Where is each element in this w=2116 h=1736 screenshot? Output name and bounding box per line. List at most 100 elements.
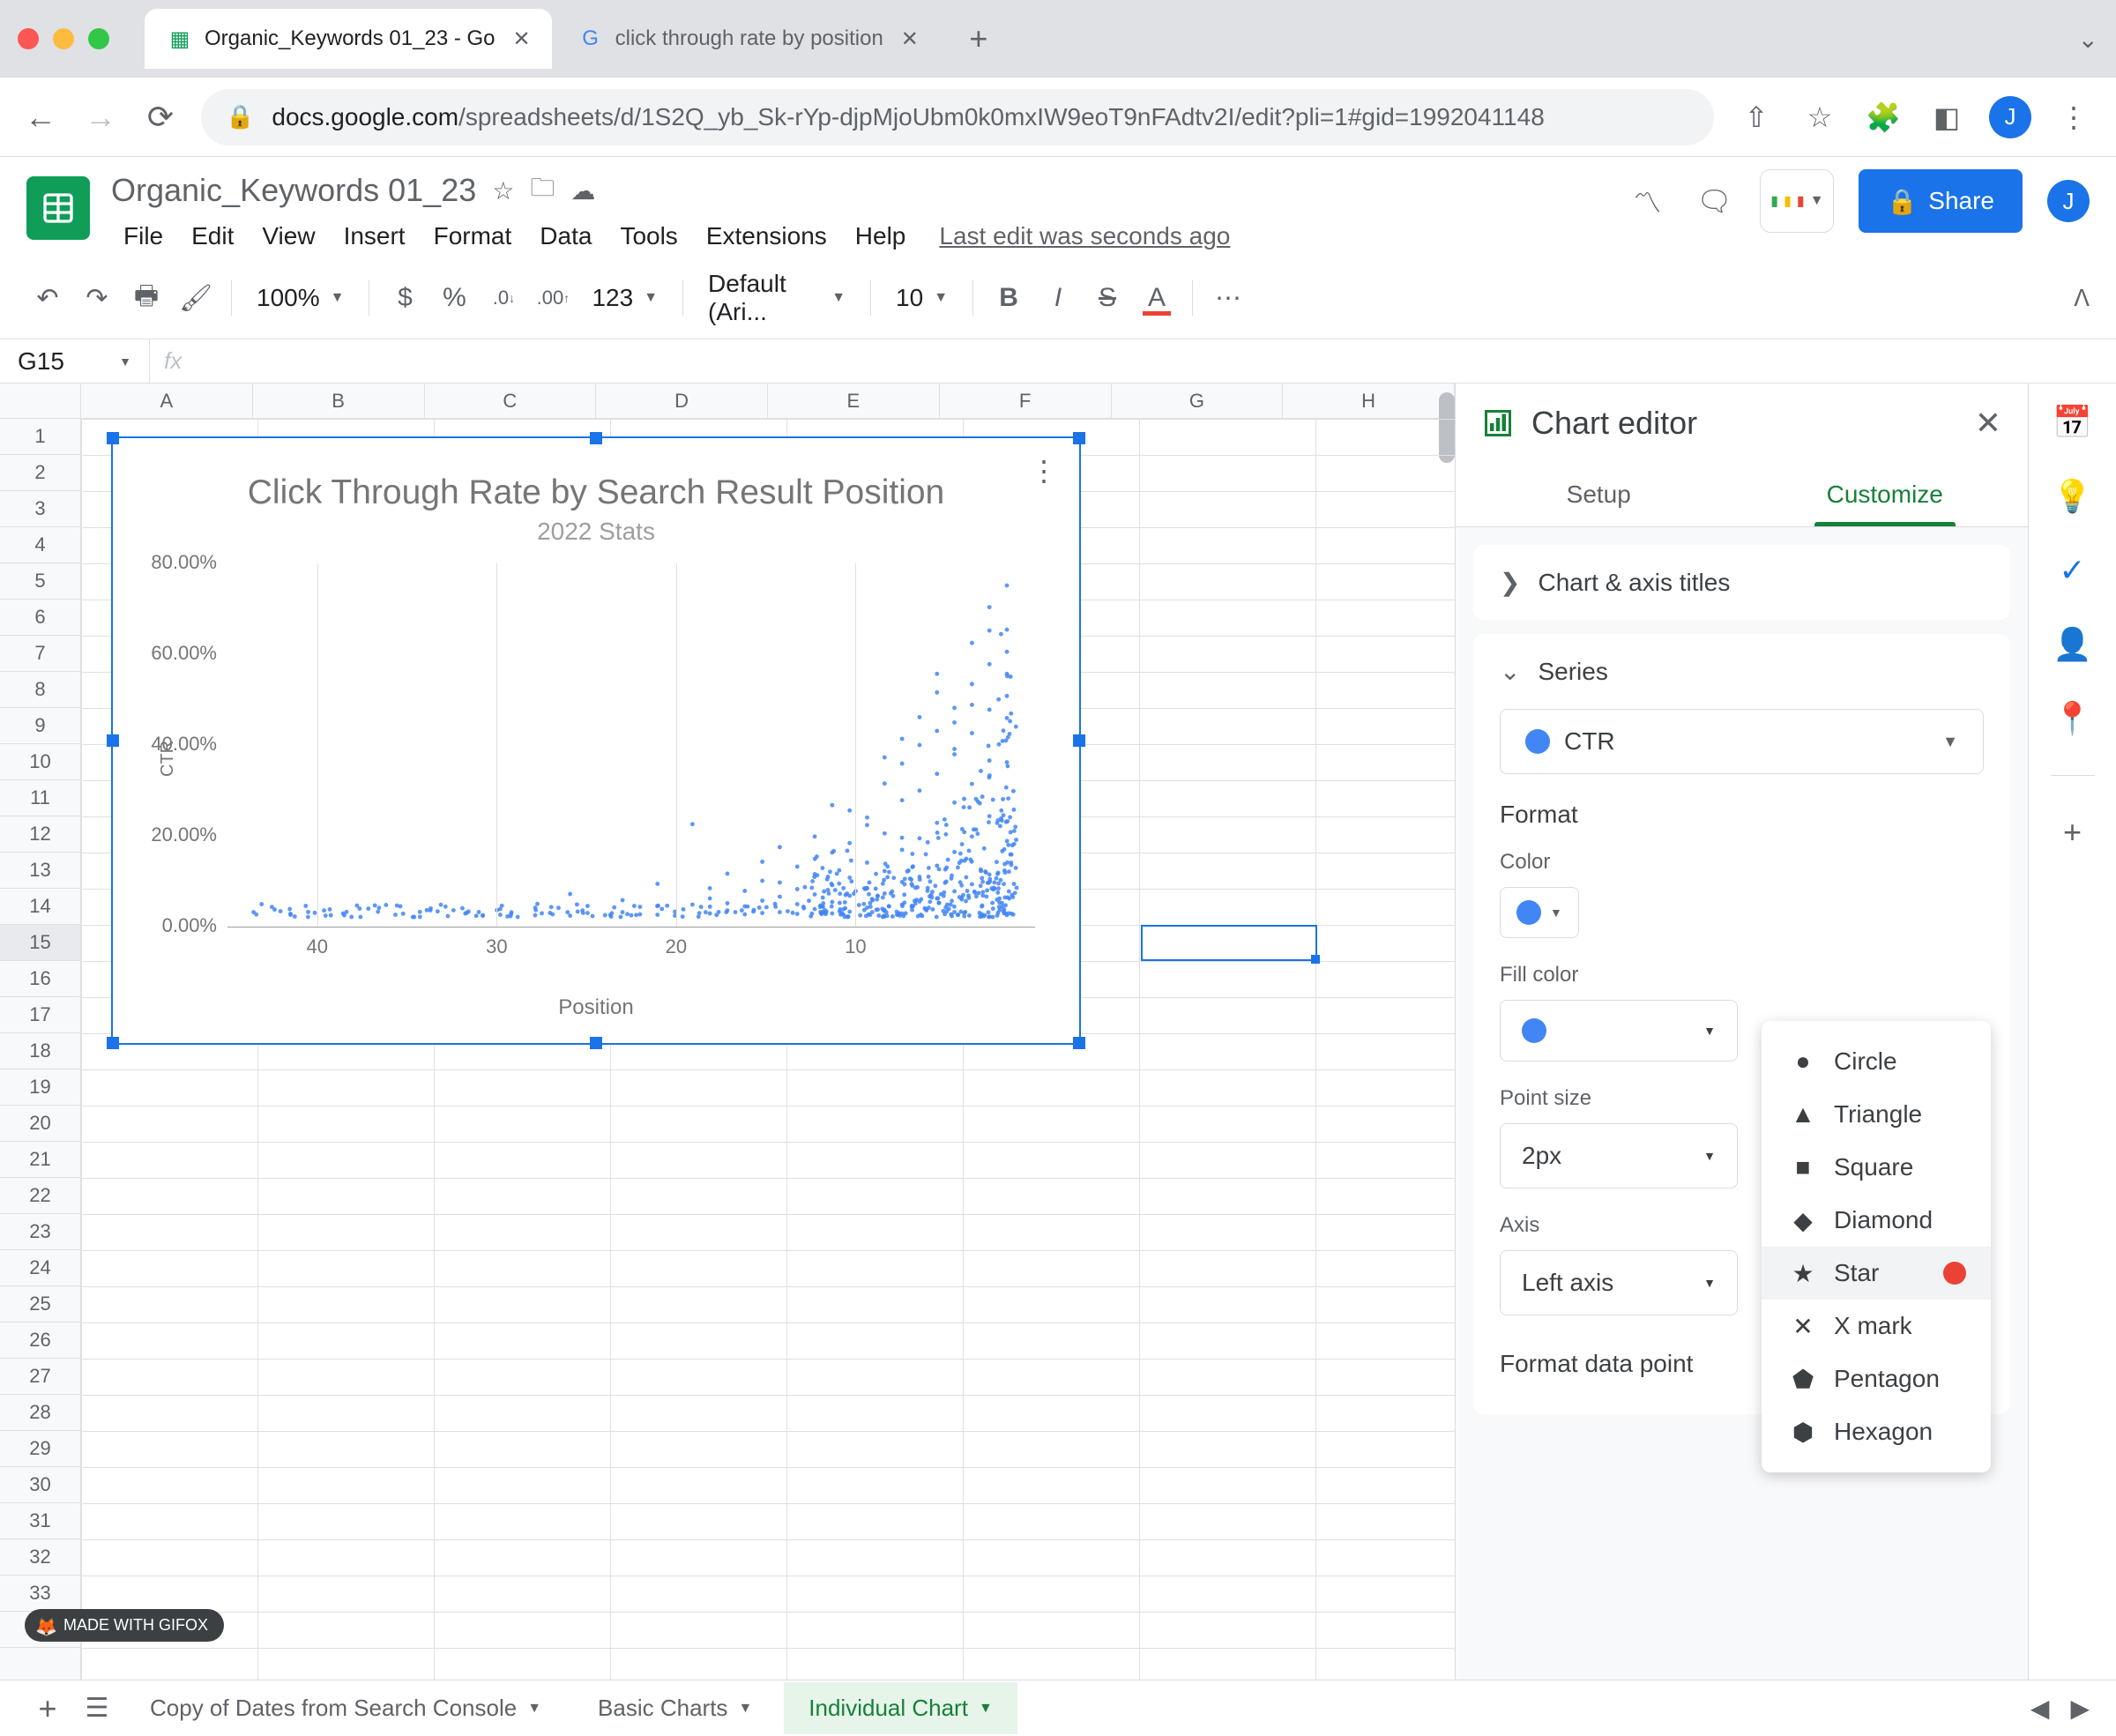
- col-header[interactable]: F: [940, 384, 1112, 418]
- document-title[interactable]: Organic_Keywords 01_23: [111, 172, 476, 209]
- paint-format-button[interactable]: 🖌: [175, 277, 217, 319]
- editor-close-icon[interactable]: ✕: [1975, 405, 2001, 442]
- profile-avatar[interactable]: J: [1989, 96, 2031, 138]
- contacts-icon[interactable]: 👤: [2055, 627, 2090, 662]
- row-header[interactable]: 27: [0, 1359, 80, 1395]
- chrome-menu-icon[interactable]: ⋮: [2053, 96, 2095, 138]
- row-header[interactable]: 8: [0, 672, 80, 708]
- shape-option-triangle[interactable]: ▲Triangle: [1762, 1088, 1991, 1141]
- menu-view[interactable]: View: [250, 215, 327, 257]
- collapse-toolbar-icon[interactable]: ᐱ: [2074, 285, 2090, 312]
- nav-reload-button[interactable]: ⟳: [141, 98, 180, 137]
- sheet-nav-prev[interactable]: ◀: [2030, 1694, 2050, 1723]
- share-button[interactable]: 🔒 Share: [1859, 169, 2023, 233]
- series-selector[interactable]: CTR ▼: [1500, 709, 1984, 774]
- maps-icon[interactable]: 📍: [2055, 701, 2090, 736]
- col-header[interactable]: G: [1112, 384, 1284, 418]
- fill-color-picker[interactable]: ▼: [1500, 1000, 1738, 1062]
- row-header[interactable]: 33: [0, 1576, 80, 1612]
- row-header[interactable]: 32: [0, 1539, 80, 1576]
- row-header[interactable]: 17: [0, 997, 80, 1033]
- decrease-decimal-button[interactable]: .0↓: [482, 277, 525, 319]
- tab-customize[interactable]: Customize: [1742, 463, 2029, 526]
- more-tools-button[interactable]: ⋯: [1207, 277, 1249, 319]
- tab-setup[interactable]: Setup: [1456, 463, 1742, 526]
- row-header[interactable]: 24: [0, 1250, 80, 1286]
- text-color-button[interactable]: A: [1136, 277, 1178, 319]
- col-header[interactable]: H: [1283, 384, 1455, 418]
- row-header[interactable]: 6: [0, 600, 80, 636]
- name-box[interactable]: G15▼: [0, 339, 150, 383]
- row-header[interactable]: 28: [0, 1395, 80, 1431]
- shape-option-circle[interactable]: ●Circle: [1762, 1035, 1991, 1088]
- add-sheet-button[interactable]: +: [26, 1688, 69, 1730]
- address-bar[interactable]: 🔒 docs.google.com/spreadsheets/d/1S2Q_yb…: [201, 89, 1714, 145]
- shape-option-xmark[interactable]: ✕X mark: [1762, 1300, 1991, 1352]
- keep-icon[interactable]: 💡: [2055, 479, 2090, 514]
- menu-format[interactable]: Format: [421, 215, 525, 257]
- chart-object[interactable]: ⋮ Click Through Rate by Search Result Po…: [111, 436, 1081, 1045]
- row-header[interactable]: 20: [0, 1106, 80, 1142]
- tab-close-icon[interactable]: ✕: [513, 26, 531, 52]
- chart-menu-icon[interactable]: ⋮: [1030, 454, 1058, 488]
- nav-back-button[interactable]: ←: [21, 98, 60, 137]
- browser-tab[interactable]: G click through rate by position ✕: [555, 9, 940, 69]
- sheet-tab[interactable]: Copy of Dates from Search Console▼: [125, 1682, 566, 1734]
- row-header[interactable]: 23: [0, 1214, 80, 1250]
- col-header[interactable]: A: [81, 384, 253, 418]
- row-header[interactable]: 15: [0, 925, 80, 961]
- menu-file[interactable]: File: [111, 215, 175, 257]
- menu-extensions[interactable]: Extensions: [694, 215, 839, 257]
- shape-option-pentagon[interactable]: ⬟Pentagon: [1762, 1352, 1991, 1405]
- row-header[interactable]: 10: [0, 744, 80, 780]
- add-addon-icon[interactable]: +: [2055, 815, 2090, 850]
- row-header[interactable]: 26: [0, 1322, 80, 1359]
- last-edit-link[interactable]: Last edit was seconds ago: [939, 222, 1230, 250]
- color-picker[interactable]: ▼: [1500, 887, 1579, 938]
- undo-button[interactable]: ↶: [26, 277, 69, 319]
- font-dropdown[interactable]: Default (Ari...▼: [697, 270, 856, 326]
- tab-overflow-icon[interactable]: ⌄: [2078, 25, 2098, 54]
- nav-forward-button[interactable]: →: [81, 98, 120, 137]
- row-header[interactable]: 2: [0, 455, 80, 491]
- activity-icon[interactable]: 〽: [1626, 180, 1668, 222]
- sheet-tab-active[interactable]: Individual Chart▼: [784, 1682, 1017, 1734]
- all-sheets-button[interactable]: ☰: [76, 1688, 118, 1730]
- star-icon[interactable]: ☆: [492, 176, 514, 205]
- shape-option-diamond[interactable]: ◆Diamond: [1762, 1194, 1991, 1247]
- row-header[interactable]: 12: [0, 816, 80, 853]
- row-header[interactable]: 14: [0, 889, 80, 925]
- print-button[interactable]: 🖶: [125, 277, 168, 319]
- shape-option-hexagon[interactable]: ⬢Hexagon: [1762, 1405, 1991, 1458]
- col-header[interactable]: E: [768, 384, 940, 418]
- col-header[interactable]: B: [253, 384, 425, 418]
- maximize-window[interactable]: [88, 28, 109, 49]
- section-chart-axis-titles[interactable]: ❯ Chart & axis titles: [1473, 545, 2010, 620]
- row-header[interactable]: 4: [0, 527, 80, 563]
- axis-select[interactable]: Left axis ▼: [1500, 1250, 1738, 1315]
- select-all-corner[interactable]: [0, 384, 81, 418]
- shape-option-square[interactable]: ■Square: [1762, 1141, 1991, 1194]
- bold-button[interactable]: B: [987, 277, 1030, 319]
- row-header[interactable]: 7: [0, 636, 80, 672]
- active-cell[interactable]: [1141, 925, 1317, 961]
- shape-option-star[interactable]: ★Star: [1762, 1247, 1991, 1300]
- row-header[interactable]: 3: [0, 491, 80, 527]
- menu-tools[interactable]: Tools: [607, 215, 689, 257]
- increase-decimal-button[interactable]: .00↑: [532, 277, 574, 319]
- tasks-icon[interactable]: ✓: [2055, 553, 2090, 588]
- row-header[interactable]: 31: [0, 1503, 80, 1539]
- menu-data[interactable]: Data: [527, 215, 604, 257]
- sidepanel-icon[interactable]: ◧: [1926, 96, 1968, 138]
- section-series[interactable]: ⌄ Series: [1473, 634, 2010, 709]
- row-header[interactable]: 19: [0, 1069, 80, 1106]
- zoom-dropdown[interactable]: 100%▼: [246, 284, 354, 312]
- new-tab-button[interactable]: +: [954, 14, 1003, 63]
- calendar-icon[interactable]: 📅: [2055, 405, 2090, 440]
- sheet-nav-next[interactable]: ▶: [2070, 1694, 2090, 1723]
- tab-close-icon[interactable]: ✕: [901, 26, 919, 52]
- menu-help[interactable]: Help: [843, 215, 919, 257]
- row-header[interactable]: 13: [0, 853, 80, 889]
- menu-insert[interactable]: Insert: [332, 215, 418, 257]
- col-header[interactable]: C: [425, 384, 597, 418]
